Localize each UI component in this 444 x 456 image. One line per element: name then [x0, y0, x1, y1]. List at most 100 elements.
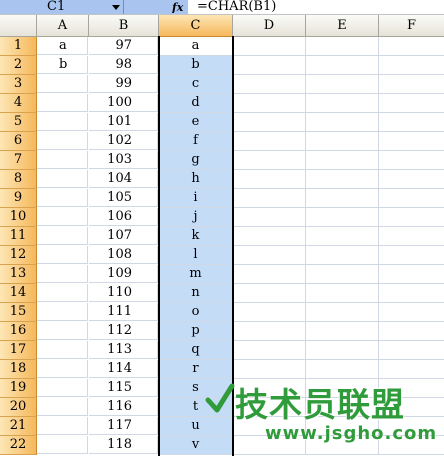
- cell-c[interactable]: s: [159, 379, 233, 398]
- cell-e[interactable]: [306, 151, 379, 170]
- column-header-b[interactable]: B: [89, 15, 159, 37]
- cell-b[interactable]: 98: [89, 56, 158, 74]
- cell-c[interactable]: o: [159, 303, 233, 322]
- row-header[interactable]: 9: [0, 189, 37, 208]
- row-header[interactable]: 8: [0, 170, 37, 189]
- cell-f[interactable]: [379, 379, 444, 398]
- cell-c[interactable]: k: [159, 227, 233, 246]
- cell-f[interactable]: [379, 132, 444, 151]
- cell-e[interactable]: [306, 208, 379, 227]
- select-all-corner[interactable]: [0, 15, 37, 37]
- row-header[interactable]: 4: [0, 94, 37, 113]
- cell-f[interactable]: [379, 227, 444, 246]
- cell-d[interactable]: [233, 303, 306, 322]
- cell-f[interactable]: [379, 322, 444, 341]
- cell-e[interactable]: [306, 284, 379, 303]
- row-header[interactable]: 14: [0, 284, 37, 303]
- cell-d[interactable]: [233, 341, 306, 360]
- cell-d[interactable]: [233, 56, 306, 75]
- cell-b[interactable]: 116: [89, 398, 158, 416]
- cell-b[interactable]: 105: [89, 189, 158, 207]
- cell-a[interactable]: [37, 246, 88, 264]
- cell-a[interactable]: [37, 417, 88, 435]
- chevron-down-icon[interactable]: [110, 0, 122, 14]
- cell-c[interactable]: r: [159, 360, 233, 379]
- row-header[interactable]: 16: [0, 322, 37, 341]
- cell-a[interactable]: [37, 303, 88, 321]
- cell-c[interactable]: a: [159, 37, 233, 56]
- cell-b[interactable]: 102: [89, 132, 158, 150]
- cell-f[interactable]: [379, 170, 444, 189]
- cell-e[interactable]: [306, 132, 379, 151]
- cell-f[interactable]: [379, 208, 444, 227]
- cell-b[interactable]: 104: [89, 170, 158, 188]
- cell-c[interactable]: f: [159, 132, 233, 151]
- cell-c[interactable]: h: [159, 170, 233, 189]
- cell-d[interactable]: [233, 132, 306, 151]
- cell-f[interactable]: [379, 56, 444, 75]
- cell-d[interactable]: [233, 246, 306, 265]
- name-box[interactable]: C1: [0, 0, 124, 14]
- cell-a[interactable]: a: [37, 37, 88, 55]
- cell-a[interactable]: [37, 151, 88, 169]
- cell-f[interactable]: [379, 417, 444, 436]
- cell-d[interactable]: [233, 94, 306, 113]
- row-header[interactable]: 10: [0, 208, 37, 227]
- cell-a[interactable]: [37, 94, 88, 112]
- cell-d[interactable]: [233, 227, 306, 246]
- cell-d[interactable]: [233, 37, 306, 56]
- cell-f[interactable]: [379, 265, 444, 284]
- cell-c[interactable]: i: [159, 189, 233, 208]
- row-header[interactable]: 3: [0, 75, 37, 94]
- cell-a[interactable]: [37, 379, 88, 397]
- row-header[interactable]: 19: [0, 379, 37, 398]
- cell-b[interactable]: 101: [89, 113, 158, 131]
- cell-e[interactable]: [306, 170, 379, 189]
- cell-f[interactable]: [379, 75, 444, 94]
- spreadsheet-grid[interactable]: A B C D E F 1 a 97 a 2 b 98 b 3 99 c 4 100 d 5 101 e 6 102…: [0, 15, 444, 456]
- cell-b[interactable]: 100: [89, 94, 158, 112]
- cell-e[interactable]: [306, 56, 379, 75]
- cell-c[interactable]: b: [159, 56, 233, 75]
- cell-e[interactable]: [306, 94, 379, 113]
- row-header[interactable]: 6: [0, 132, 37, 151]
- column-header-f[interactable]: F: [379, 15, 444, 37]
- cell-c[interactable]: p: [159, 322, 233, 341]
- cell-a[interactable]: [37, 75, 88, 93]
- cell-f[interactable]: [379, 246, 444, 265]
- cell-f[interactable]: [379, 436, 444, 455]
- cell-c[interactable]: v: [159, 436, 233, 455]
- cell-b[interactable]: 110: [89, 284, 158, 302]
- cell-c[interactable]: d: [159, 94, 233, 113]
- cell-e[interactable]: [306, 189, 379, 208]
- cell-d[interactable]: [233, 379, 306, 398]
- cell-d[interactable]: [233, 398, 306, 417]
- row-header[interactable]: 7: [0, 151, 37, 170]
- cell-d[interactable]: [233, 417, 306, 436]
- cell-b[interactable]: 112: [89, 322, 158, 340]
- cell-f[interactable]: [379, 113, 444, 132]
- row-header[interactable]: 15: [0, 303, 37, 322]
- cell-c[interactable]: t: [159, 398, 233, 417]
- row-header[interactable]: 18: [0, 360, 37, 379]
- row-header[interactable]: 12: [0, 246, 37, 265]
- cell-e[interactable]: [306, 246, 379, 265]
- cell-e[interactable]: [306, 379, 379, 398]
- cell-d[interactable]: [233, 208, 306, 227]
- cell-a[interactable]: [37, 208, 88, 226]
- cell-b[interactable]: 103: [89, 151, 158, 169]
- cell-f[interactable]: [379, 94, 444, 113]
- cell-c[interactable]: l: [159, 246, 233, 265]
- cell-b[interactable]: 111: [89, 303, 158, 321]
- cell-a[interactable]: [37, 170, 88, 188]
- cell-f[interactable]: [379, 398, 444, 417]
- cell-b[interactable]: 117: [89, 417, 158, 435]
- row-header[interactable]: 5: [0, 113, 37, 132]
- cell-e[interactable]: [306, 265, 379, 284]
- cell-b[interactable]: 106: [89, 208, 158, 226]
- insert-function-button[interactable]: fx: [124, 0, 188, 14]
- cell-d[interactable]: [233, 436, 306, 455]
- cell-e[interactable]: [306, 341, 379, 360]
- cell-d[interactable]: [233, 284, 306, 303]
- cell-b[interactable]: 113: [89, 341, 158, 359]
